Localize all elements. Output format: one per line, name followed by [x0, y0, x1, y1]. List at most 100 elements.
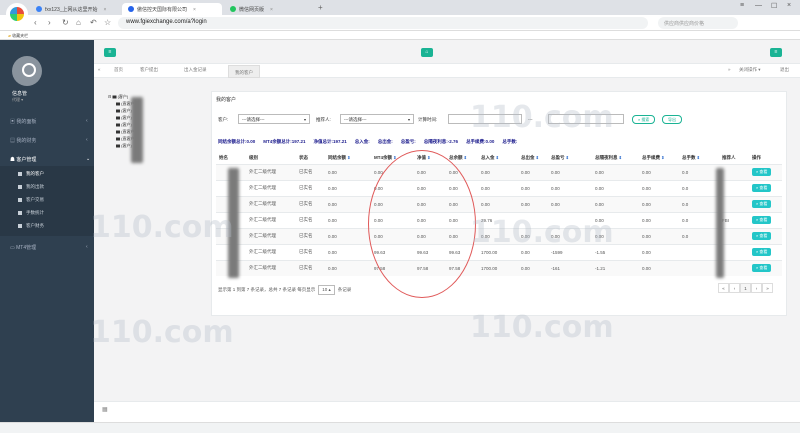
close-icon[interactable]: ×: [270, 7, 273, 13]
sidebar-sub-trades[interactable]: 客户交易: [18, 197, 44, 203]
user-role[interactable]: 代理 ▾: [12, 97, 23, 103]
column-header[interactable]: 同结余额 ⇕: [325, 152, 371, 165]
star-icon[interactable]: ☆: [104, 18, 111, 27]
search-button[interactable]: ⌕ 搜索: [632, 115, 656, 124]
table-cell: 查看: [749, 179, 782, 196]
tab-records[interactable]: 出入金记录: [184, 67, 207, 73]
sidebar-sub-lots[interactable]: 手数统计: [18, 210, 44, 216]
sort-icon[interactable]: ⇕: [696, 155, 700, 160]
forward-icon[interactable]: ›: [48, 18, 51, 27]
url-text: www.fgiexchange.com/a?login: [126, 19, 207, 25]
sort-icon[interactable]: ⇕: [535, 155, 539, 160]
calculator-icon[interactable]: ▦: [102, 406, 108, 413]
sidebar-item-customers[interactable]: ☗ 客户管理 ⌄: [10, 156, 90, 163]
browser-status-bar: [0, 422, 800, 433]
sort-icon[interactable]: ⇕: [463, 155, 467, 160]
expand-icon[interactable]: ⊟: [108, 94, 111, 99]
view-button[interactable]: 查看: [752, 168, 772, 176]
customer-filter-label: 客户:: [218, 117, 229, 122]
logout-button[interactable]: 退出: [780, 67, 789, 73]
home-icon[interactable]: ⌂: [421, 48, 433, 57]
list-icon[interactable]: ≡: [770, 48, 782, 57]
browser-logo[interactable]: [6, 3, 28, 25]
view-button[interactable]: 查看: [752, 248, 772, 256]
tab-my-customers[interactable]: 我的客户: [228, 65, 260, 78]
sidebar-sub-withdrawals[interactable]: 我的出款: [18, 184, 44, 190]
table-cell: 0.00: [518, 163, 548, 180]
chevron-down-icon: ⌄: [86, 156, 91, 162]
column-header[interactable]: 总盈亏 ⇕: [548, 152, 592, 165]
browser-tab-3[interactable]: 微信网页版 ×: [224, 3, 314, 15]
search-box[interactable]: 供应商供应商价格: [658, 17, 738, 29]
view-button[interactable]: 查看: [752, 232, 772, 240]
new-tab-button[interactable]: +: [318, 3, 323, 12]
site-favicon-icon: [128, 6, 134, 12]
column-header[interactable]: 总手续费 ⇕: [639, 152, 679, 165]
view-button[interactable]: 查看: [752, 200, 772, 208]
close-actions-button[interactable]: 关闭操作 ▾: [739, 67, 761, 73]
sort-icon[interactable]: ⇕: [346, 155, 350, 160]
table-cell: [679, 259, 719, 276]
column-header[interactable]: 总手数 ⇕: [679, 152, 719, 165]
sidebar-sub-finance[interactable]: 客户财务: [18, 223, 44, 229]
sidebar-item-finance[interactable]: ▤ 我的财务 ‹: [10, 137, 88, 144]
table-cell: 0.00: [478, 179, 518, 196]
tab-home[interactable]: 首页: [114, 67, 123, 73]
close-icon[interactable]: ×: [193, 7, 196, 13]
table-cell: 0.00: [639, 227, 679, 244]
column-header[interactable]: 总出金 ⇕: [518, 152, 548, 165]
first-page-button[interactable]: «: [718, 283, 729, 293]
sort-icon[interactable]: ⇕: [660, 155, 664, 160]
close-window-icon[interactable]: ×: [787, 2, 791, 9]
referrer-filter-label: 推荐人:: [316, 117, 331, 122]
tab-withdraw[interactable]: 客户提出: [140, 67, 158, 73]
redaction: [716, 168, 724, 278]
sidebar-sub-my-customers[interactable]: 我的客户: [18, 171, 44, 177]
tab-scroll-left-icon[interactable]: «: [98, 67, 101, 72]
menu-label: 我的面板: [16, 119, 37, 125]
menu-toggle-icon[interactable]: ≡: [104, 48, 116, 57]
browser-tab-bar: [0, 0, 800, 15]
customer-select[interactable]: ---请选择--- ▾: [238, 114, 310, 124]
column-header[interactable]: 总隔夜利息 ⇕: [592, 152, 639, 165]
page-1-button[interactable]: 1: [740, 283, 751, 293]
url-field[interactable]: www.fgiexchange.com/a?login: [118, 17, 648, 29]
top-bar: [94, 40, 800, 64]
sort-icon[interactable]: ⇕: [495, 155, 499, 160]
last-page-button[interactable]: »: [762, 283, 773, 293]
table-cell: 外汇二级代理: [246, 227, 296, 244]
sidebar-item-dashboard[interactable]: ▣ 我的面板 ‹: [10, 118, 88, 125]
referrer-select-value: ---请选择---: [344, 117, 367, 122]
watermark: 110.com: [90, 315, 234, 350]
maximize-icon[interactable]: ☐: [771, 2, 777, 10]
home-icon[interactable]: ⌂: [76, 18, 81, 27]
user-name[interactable]: 信息管: [12, 90, 27, 97]
browser-tab-1[interactable]: fxx123_上网从这里开始 ×: [30, 3, 118, 15]
reload-icon[interactable]: ↻: [62, 18, 69, 27]
view-button[interactable]: 查看: [752, 264, 772, 273]
bookmarks-label[interactable]: 收藏夹栏: [12, 33, 28, 38]
page-size-select[interactable]: 10 ▴: [318, 285, 335, 295]
summary-item: 总手数:: [502, 139, 518, 144]
sort-icon[interactable]: ⇕: [618, 155, 622, 160]
next-page-button[interactable]: ›: [751, 283, 762, 293]
view-button[interactable]: 查看: [752, 216, 772, 224]
referrer-select[interactable]: ---请选择--- ▾: [340, 114, 414, 124]
sidebar-item-mt4[interactable]: ▭ MT4管理 ‹: [10, 244, 88, 251]
avatar[interactable]: [12, 56, 42, 86]
export-button[interactable]: 导出: [662, 115, 682, 124]
minimize-icon[interactable]: —: [755, 2, 762, 9]
browser-tab-2[interactable]: 傲信控天国际有限公司 ×: [122, 3, 222, 15]
back-icon[interactable]: ‹: [34, 18, 37, 27]
search-placeholder: 供应商供应商价格: [664, 21, 705, 27]
menu-icon[interactable]: ≡: [740, 2, 744, 9]
chevron-icon: ‹: [86, 244, 88, 250]
close-icon[interactable]: ×: [104, 7, 107, 13]
tab-scroll-right-icon[interactable]: »: [728, 67, 731, 72]
view-button[interactable]: 查看: [752, 184, 772, 192]
prev-page-button[interactable]: ‹: [729, 283, 740, 293]
search-icon: ⌕: [638, 117, 641, 122]
undo-icon[interactable]: ↶: [90, 18, 97, 27]
column-header[interactable]: 总入金 ⇕: [478, 152, 518, 165]
sort-icon[interactable]: ⇕: [565, 155, 569, 160]
